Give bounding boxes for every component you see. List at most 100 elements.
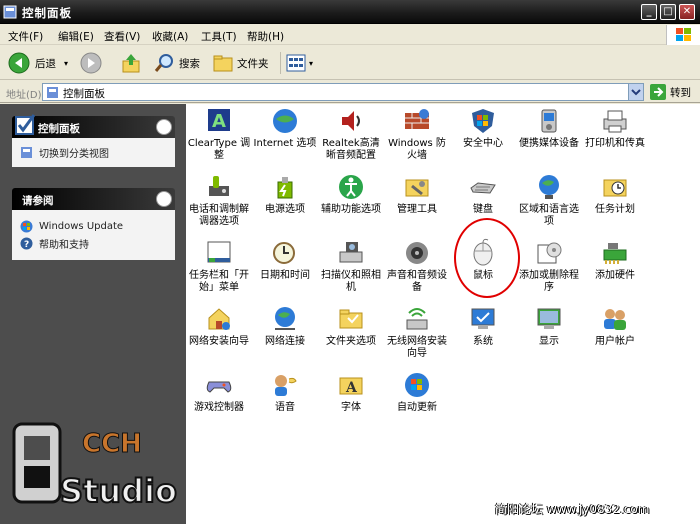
cp-item-network-setup[interactable]: 网络安装向导 (186, 304, 252, 348)
menu-bar: 文件(F) 编辑(E) 查看(V) 收藏(A) 工具(T) 帮助(H) (0, 25, 700, 45)
cp-item-label: 日期和时间 (260, 270, 310, 281)
menu-tools[interactable]: 工具(T) (201, 29, 237, 44)
close-button[interactable]: ✕ (679, 4, 695, 20)
see-also-body: Windows Update ? 帮助和支持 (12, 210, 175, 260)
cp-item-realtek-audio[interactable]: Realtek高清晰音频配置 (318, 106, 384, 162)
icon-view: A ClearType 调整 Internet 选项 Realtek高清晰音频配置 Wi… (186, 104, 700, 524)
cp-item-sound[interactable]: 声音和音频设备 (384, 238, 450, 294)
back-button[interactable]: 后退 ▾ (8, 52, 68, 74)
automatic-updates-icon (405, 373, 429, 397)
forward-button[interactable] (80, 52, 102, 74)
windows-update-link[interactable]: Windows Update (20, 218, 167, 235)
task-box-header[interactable]: 控制面板 (12, 114, 175, 138)
address-label: 地址(D) (6, 90, 42, 101)
cp-item-user-accounts[interactable]: 用户帐户 (582, 304, 648, 348)
toolbar: 后退 ▾ 搜索 文件夹 ▾ (0, 46, 700, 80)
views-button[interactable]: ▾ (280, 52, 313, 74)
cp-item-scanner-camera[interactable]: 扫描仪和照相机 (318, 238, 384, 294)
cp-item-game-controllers[interactable]: 游戏控制器 (186, 370, 252, 414)
cp-item-cleartype[interactable]: A ClearType 调整 (186, 106, 252, 162)
fonts-icon: A (339, 377, 363, 396)
cp-item-admin-tools[interactable]: 管理工具 (384, 172, 450, 216)
address-dropdown-button[interactable] (628, 84, 643, 100)
switch-category-view-link[interactable]: 切换到分类视图 (20, 144, 167, 161)
maximize-button[interactable]: □ (660, 4, 676, 20)
add-hardware-icon (603, 243, 627, 264)
forward-arrow-icon (80, 52, 102, 74)
task-box-body: 切换到分类视图 (12, 138, 175, 167)
menu-help[interactable]: 帮助(H) (247, 29, 284, 44)
cp-item-label: 文件夹选项 (326, 336, 376, 347)
control-panel-check-icon (15, 114, 36, 135)
cp-item-folder-options[interactable]: 文件夹选项 (318, 304, 384, 348)
svg-text:?: ? (24, 240, 29, 250)
cp-item-keyboard[interactable]: 键盘 (450, 172, 516, 216)
keyboard-icon (470, 182, 496, 194)
security-center-icon (472, 109, 494, 133)
cp-item-internet-options[interactable]: Internet 选项 (252, 106, 318, 150)
see-also-header[interactable]: 请参阅 (12, 188, 175, 210)
cp-item-label: 辅助功能选项 (321, 204, 381, 215)
go-button[interactable]: 转到 (650, 84, 691, 100)
search-button[interactable]: 搜索 (154, 52, 200, 74)
speech-icon (275, 375, 297, 396)
cp-item-date-time[interactable]: 日期和时间 (252, 238, 318, 282)
cp-item-security-center[interactable]: 安全中心 (450, 106, 516, 150)
cp-item-power-options[interactable]: 电源选项 (252, 172, 318, 216)
display-icon (537, 308, 561, 329)
cp-item-label: 便携媒体设备 (519, 138, 579, 149)
game-controllers-icon (206, 381, 232, 393)
title-bar[interactable]: 控制面板 _ □ ✕ (0, 0, 700, 24)
cp-item-label: 无线网络安装向导 (387, 336, 447, 359)
cp-item-wireless-setup[interactable]: 无线网络安装向导 (384, 304, 450, 360)
cp-item-label: 字体 (341, 402, 361, 413)
cp-item-display[interactable]: 显示 (516, 304, 582, 348)
folders-button[interactable]: 文件夹 (212, 52, 269, 74)
svg-text:A: A (345, 380, 358, 396)
cp-item-add-hardware[interactable]: 添加硬件 (582, 238, 648, 282)
network-setup-icon (208, 308, 230, 330)
collapse-button[interactable] (156, 191, 172, 207)
wireless-setup-icon (406, 308, 428, 330)
see-also-task-box: 请参阅 Windows Update ? 帮助和支持 (12, 188, 175, 260)
accessibility-icon (339, 175, 363, 199)
menu-file[interactable]: 文件(F) (8, 29, 43, 44)
cp-item-add-remove-programs[interactable]: 添加或删除程序 (516, 238, 582, 294)
cp-item-region-language[interactable]: 区域和语言选项 (516, 172, 582, 228)
cp-item-portable-media[interactable]: 便携媒体设备 (516, 106, 582, 150)
cp-item-label: Windows 防火墙 (388, 138, 446, 161)
cp-item-label: 语音 (275, 402, 295, 413)
back-dropdown-icon[interactable]: ▾ (64, 59, 68, 68)
cp-item-system[interactable]: 系统 (450, 304, 516, 348)
cp-item-label: 任务栏和「开始」菜单 (189, 270, 249, 293)
up-folder-button[interactable] (120, 52, 142, 74)
system-icon (471, 308, 495, 329)
logo-studio-text: Studio (60, 472, 177, 510)
cp-item-accessibility[interactable]: 辅助功能选项 (318, 172, 384, 216)
menu-edit[interactable]: 编辑(E) (58, 29, 94, 44)
views-icon (286, 54, 306, 72)
window-title: 控制面板 (22, 6, 72, 20)
task-pane: 控制面板 切换到分类视图 请参阅 Windows Update ? 帮助和支持 … (0, 104, 186, 524)
collapse-button[interactable] (156, 119, 172, 135)
minimize-button[interactable]: _ (641, 4, 657, 20)
cp-item-taskbar[interactable]: 任务栏和「开始」菜单 (186, 238, 252, 294)
cp-item-scheduled-tasks[interactable]: 任务计划 (582, 172, 648, 216)
scanner-camera-icon (339, 242, 363, 263)
cp-item-fonts[interactable]: A 字体 (318, 370, 384, 414)
chevron-down-icon (631, 89, 641, 96)
cp-item-phone-modem[interactable]: 电话和调制解调器选项 (186, 172, 252, 228)
cp-item-automatic-updates[interactable]: 自动更新 (384, 370, 450, 414)
cleartype-icon: A (208, 109, 230, 132)
cp-item-firewall[interactable]: Windows 防火墙 (384, 106, 450, 162)
help-support-link[interactable]: ? 帮助和支持 (20, 235, 167, 252)
sound-icon (406, 242, 428, 264)
cp-item-network-connections[interactable]: 网络连接 (252, 304, 318, 348)
cp-item-label: Internet 选项 (253, 138, 317, 149)
menu-favorites[interactable]: 收藏(A) (152, 29, 188, 44)
cp-item-speech[interactable]: 语音 (252, 370, 318, 414)
up-folder-icon (122, 54, 140, 73)
cp-item-printer[interactable]: 打印机和传真 (582, 106, 648, 150)
address-input[interactable]: 控制面板 (42, 83, 644, 101)
menu-view[interactable]: 查看(V) (104, 29, 140, 44)
